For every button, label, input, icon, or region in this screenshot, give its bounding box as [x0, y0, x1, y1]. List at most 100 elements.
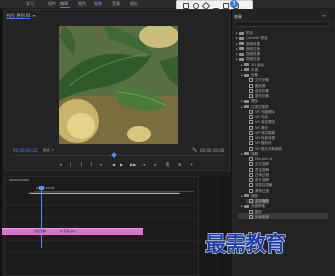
export-frame-icon[interactable]: ⎘ [166, 162, 169, 167]
active-tab-indicator [60, 7, 70, 8]
mark-in-icon[interactable]: ▾ [60, 162, 62, 167]
mark-out-icon[interactable]: | [70, 162, 71, 167]
workspace-tab[interactable]: 颜色 [78, 1, 86, 7]
effect-item[interactable]: VR 默比乌斯缩放 [246, 146, 282, 152]
watermark-logo: 最需教育 [205, 231, 287, 257]
transition-icon [249, 136, 253, 140]
effect-label: 翻页 [255, 209, 262, 214]
effect-folder[interactable]: ▸ 页面剥落 [241, 204, 265, 209]
lift-icon[interactable]: ⇥ [142, 162, 145, 167]
clip-name: fx 花朵.jpg [60, 229, 76, 233]
goto-in-icon[interactable]: } [90, 162, 93, 167]
transition-label: 交叉溶解 [34, 229, 47, 233]
audio-meter [218, 176, 230, 276]
transition-icon [249, 83, 253, 88]
effect-folder[interactable]: ▸ 擦除 [241, 99, 258, 104]
folder-icon [239, 47, 244, 51]
folder-icon [239, 42, 244, 45]
workspace-tab[interactable]: 组件 [48, 1, 56, 7]
effect-item[interactable]: 非叠加溶解 [246, 183, 273, 188]
chevron-down-icon[interactable]: ▾ [52, 148, 54, 152]
effect-item[interactable]: VR 渐变擦除 [246, 120, 275, 125]
effect-label: VR 球形模糊 [255, 130, 275, 135]
timeline-playhead[interactable] [41, 186, 42, 248]
effect-item[interactable]: VR 光圈擦除 [246, 109, 275, 115]
transition-icon [249, 172, 253, 177]
effect-label: VR 随机块 [255, 141, 272, 146]
folder-icon [244, 152, 249, 156]
effect-item[interactable]: 交叉溶解 [246, 162, 269, 167]
transition-icon [249, 88, 253, 93]
transition-icon [249, 167, 253, 172]
timeline-scrollbar[interactable] [198, 176, 218, 276]
effects-search-input[interactable] [234, 21, 330, 27]
workspace-tab[interactable]: 图形 [130, 1, 138, 7]
effect-item[interactable]: 盒形划像 [246, 88, 269, 94]
video-preview [59, 26, 178, 144]
goto-out-icon[interactable]: ▶▶ [130, 162, 136, 167]
effect-item[interactable]: 交叉划像 [246, 78, 269, 83]
transition-icon [249, 78, 253, 83]
effect-label: 擦除 [251, 99, 258, 104]
effect-label: VR 默比乌斯缩放 [255, 146, 282, 151]
effect-label: 圆划像 [255, 83, 266, 88]
step-back-icon[interactable]: ⇤ [100, 162, 103, 167]
marker-icon[interactable]: { [80, 162, 83, 167]
effect-item[interactable]: 页面剥落 [246, 214, 269, 220]
effect-label: 页面剥落 [255, 214, 269, 219]
step-forward-icon[interactable]: ▶ [120, 162, 123, 167]
effect-folder[interactable]: ▸ 音频过渡 [236, 47, 260, 52]
effects-panel-title[interactable]: 效果 [234, 14, 242, 20]
workspace-tab[interactable]: 编辑 [60, 1, 68, 7]
panel-menu-icon[interactable]: ≡ [322, 13, 325, 18]
current-timecode[interactable]: 00:00:04:22 [13, 148, 37, 153]
effect-folder[interactable]: ▸ Lumetri 预设 [236, 36, 268, 41]
folder-icon [244, 68, 249, 72]
transition-icon [249, 146, 253, 151]
workspace-tab[interactable]: 效果 [94, 1, 102, 7]
effect-folder[interactable]: ▸ 缩放 [241, 194, 258, 199]
duration-timecode: 00:00:10:00 [200, 148, 225, 153]
timeline-tab[interactable] [9, 179, 29, 181]
effect-item[interactable]: 黑场过渡 [246, 188, 269, 194]
extract-icon[interactable]: ⌂ [154, 162, 157, 167]
effect-folder[interactable]: ▸ 3D 运动 [241, 63, 264, 68]
effect-label: 菱形划像 [255, 94, 269, 98]
effect-label: 胶片溶解 [255, 178, 269, 182]
effect-item[interactable]: 白场过渡 [246, 172, 269, 178]
effect-folder[interactable]: ▸ 内滑 [241, 68, 258, 73]
effect-item[interactable]: VR 漏光 [246, 125, 268, 131]
folder-icon [239, 52, 244, 56]
transition-icon [249, 94, 253, 98]
effect-item[interactable]: VR 球形模糊 [246, 130, 275, 136]
effect-item[interactable]: 圆划像 [246, 83, 266, 89]
effect-label: 交叉划像 [255, 78, 269, 83]
settings-icon[interactable]: + [190, 162, 193, 167]
play-icon[interactable]: ◀ [112, 162, 115, 167]
effect-item[interactable]: VR 随机块 [246, 141, 271, 146]
folder-icon [244, 105, 249, 108]
zoom-fit-dropdown[interactable]: 适合 [43, 148, 50, 153]
effect-folder[interactable]: ▸ 溶解 [241, 152, 258, 157]
tab-underline [6, 18, 30, 19]
transition-icon [249, 209, 253, 214]
effect-item[interactable]: 翻页 [246, 209, 262, 215]
workspace-tab[interactable]: 音频 [112, 1, 120, 7]
effect-label: VR 光线 [255, 115, 268, 119]
effect-label: 音频效果 [246, 41, 260, 46]
track-divider [4, 217, 230, 218]
effect-folder[interactable]: ▸ 沉浸式视频 [241, 105, 269, 110]
transition-icon [249, 157, 253, 161]
transition-icon [249, 109, 253, 114]
effect-folder[interactable]: ▸ 视频过渡 [236, 57, 260, 62]
effect-item[interactable]: 叠加溶解 [246, 167, 269, 173]
effect-folder[interactable]: ▸ 音频效果 [236, 42, 260, 47]
effect-label: VR 色度泄漏 [255, 136, 275, 140]
workspace-tab[interactable]: 学习 [26, 1, 34, 7]
folder-icon [244, 99, 249, 103]
wrench-icon[interactable]: 🔧 [192, 147, 197, 152]
compare-icon[interactable]: ⊞ [178, 162, 181, 167]
effect-label: 溶解 [251, 151, 258, 156]
effect-label: VR 渐变擦除 [255, 120, 275, 125]
monitor-scrubber[interactable] [10, 155, 226, 158]
